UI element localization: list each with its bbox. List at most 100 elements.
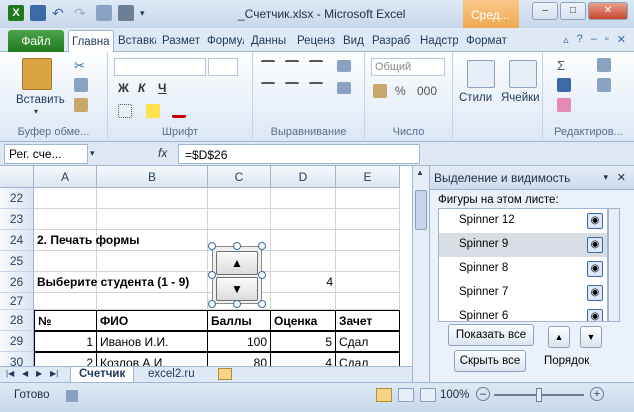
pane-options-icon[interactable]: ▾ <box>603 172 608 183</box>
tab-format[interactable]: Формат <box>466 32 514 52</box>
customize-qat-icon[interactable]: ▾ <box>140 5 156 21</box>
zoom-in-icon[interactable]: + <box>590 387 604 401</box>
tab-data[interactable]: Данные <box>251 32 286 52</box>
row-header-24[interactable]: 24 <box>0 230 34 251</box>
list-item[interactable]: Spinner 12 ◉ <box>439 209 607 233</box>
list-item[interactable]: Spinner 6 ◉ <box>439 305 607 321</box>
font-color-icon[interactable] <box>172 104 186 118</box>
cut-icon[interactable]: ✂ <box>74 58 88 73</box>
row-header-28[interactable]: 28 <box>0 310 34 331</box>
tab-view[interactable]: Вид <box>343 32 365 52</box>
zoom-out-icon[interactable]: – <box>476 387 490 401</box>
sheet-nav-next-icon[interactable]: ▶ <box>36 369 42 378</box>
column-header-e[interactable]: E <box>336 166 400 188</box>
merge-center-icon[interactable] <box>337 82 351 94</box>
list-scrollbar[interactable] <box>608 208 620 322</box>
column-header-d[interactable]: D <box>271 166 336 188</box>
fill-color-icon[interactable] <box>146 104 160 118</box>
worksheet-grid[interactable]: A B C D E 22 23 24 25 26 27 28 29 30 2. … <box>0 166 412 382</box>
move-up-button[interactable]: ▲ <box>548 326 570 348</box>
row-header-27[interactable]: 27 <box>0 293 34 310</box>
table-header-cell[interactable]: ФИО <box>96 310 208 331</box>
doc-minimize-icon[interactable]: – <box>591 33 597 46</box>
eye-icon[interactable]: ◉ <box>587 213 603 229</box>
table-header-cell[interactable]: № <box>34 310 97 331</box>
row-header-29[interactable]: 29 <box>0 331 34 352</box>
paste-button[interactable]: Вставить <box>16 94 65 106</box>
name-box[interactable]: Рег. сче... <box>4 144 88 164</box>
row-header-25[interactable]: 25 <box>0 251 34 272</box>
print-preview-icon[interactable] <box>96 5 112 21</box>
row-header-26[interactable]: 26 <box>0 272 34 293</box>
comma-style-icon[interactable]: 000 <box>417 84 437 98</box>
doc-close-icon[interactable]: ✕ <box>617 33 626 46</box>
select-all-corner[interactable] <box>0 166 34 188</box>
spinner-up-button[interactable]: ▲ <box>216 251 258 275</box>
number-format-select[interactable]: Общий <box>371 58 445 76</box>
hide-all-button[interactable]: Скрыть все <box>454 350 526 372</box>
percent-icon[interactable]: % <box>395 84 409 98</box>
normal-view-icon[interactable] <box>376 388 392 402</box>
sheet-nav-prev-icon[interactable]: ◀ <box>22 369 28 378</box>
cells-icon[interactable] <box>509 60 537 88</box>
sheet-tab-counter[interactable]: Счетчик <box>70 367 135 383</box>
excel-logo-icon[interactable]: X <box>8 5 24 21</box>
scroll-up-arrow[interactable]: ▲ <box>416 168 424 177</box>
sort-filter-icon[interactable] <box>597 58 611 72</box>
wrap-text-icon[interactable] <box>337 60 351 72</box>
align-top-icon[interactable] <box>261 60 275 72</box>
close-button[interactable]: ✕ <box>588 2 628 20</box>
align-right-icon[interactable] <box>309 82 323 94</box>
show-all-button[interactable]: Показать все <box>448 324 534 346</box>
paste-icon[interactable] <box>22 58 52 90</box>
doc-restore-icon[interactable]: ▫ <box>605 33 609 46</box>
align-middle-icon[interactable] <box>285 60 299 72</box>
eye-icon[interactable]: ◉ <box>587 261 603 277</box>
autosum-icon[interactable]: Σ <box>557 58 571 73</box>
table-header-cell[interactable]: Оценка <box>270 310 336 331</box>
table-cell[interactable]: Сдал <box>335 331 400 352</box>
bold-button[interactable]: Ж <box>118 81 129 95</box>
page-layout-view-icon[interactable] <box>398 388 414 402</box>
context-tab-drawing-tools[interactable]: Сред... <box>463 0 519 28</box>
sheet-nav-last-icon[interactable]: ▶| <box>50 369 58 378</box>
tab-insert[interactable]: Вставка <box>118 32 156 52</box>
find-select-icon[interactable] <box>597 78 611 92</box>
pane-close-icon[interactable]: ✕ <box>617 171 626 184</box>
currency-icon[interactable] <box>373 84 387 98</box>
spinner-control[interactable]: ▲ ▼ <box>212 246 262 304</box>
save-icon[interactable] <box>30 5 46 21</box>
cell-d26[interactable]: 4 <box>271 272 336 293</box>
sheet-tab-excel2[interactable]: excel2.ru <box>140 367 203 383</box>
styles-icon[interactable] <box>467 60 495 88</box>
print-icon[interactable] <box>118 5 134 21</box>
cell-a24[interactable]: 2. Печать формы <box>34 230 234 251</box>
paste-dropdown-icon[interactable]: ▾ <box>34 107 38 116</box>
cells-button[interactable]: Ячейки <box>501 92 540 104</box>
row-header-23[interactable]: 23 <box>0 209 34 230</box>
tab-formulas[interactable]: Формулы <box>207 32 244 52</box>
resize-handle[interactable] <box>208 242 216 250</box>
fill-icon[interactable] <box>557 78 571 92</box>
eye-icon[interactable]: ◉ <box>587 309 603 321</box>
undo-icon[interactable]: ↶ <box>52 5 68 21</box>
resize-handle[interactable] <box>233 300 241 308</box>
cell-a26[interactable]: Выберите студента (1 - 9) <box>34 272 234 293</box>
help-icon[interactable]: ? <box>577 33 583 46</box>
resize-handle[interactable] <box>258 271 266 279</box>
tab-review[interactable]: Рецензирование <box>297 32 335 52</box>
table-cell[interactable]: 100 <box>207 331 271 352</box>
new-sheet-icon[interactable] <box>218 368 232 380</box>
tab-home[interactable]: Главна <box>68 30 114 53</box>
list-item[interactable]: Spinner 7 ◉ <box>439 281 607 305</box>
format-painter-icon[interactable] <box>74 98 88 112</box>
list-item[interactable]: Spinner 9 ◉ <box>439 233 607 257</box>
maximize-button[interactable]: □ <box>560 2 586 20</box>
table-header-cell[interactable]: Баллы <box>207 310 271 331</box>
column-header-b[interactable]: B <box>97 166 208 188</box>
vertical-scrollbar[interactable]: ▲ <box>412 166 429 382</box>
resize-handle[interactable] <box>208 300 216 308</box>
borders-icon[interactable] <box>118 104 132 118</box>
eye-icon[interactable]: ◉ <box>587 285 603 301</box>
clear-icon[interactable] <box>557 98 571 112</box>
